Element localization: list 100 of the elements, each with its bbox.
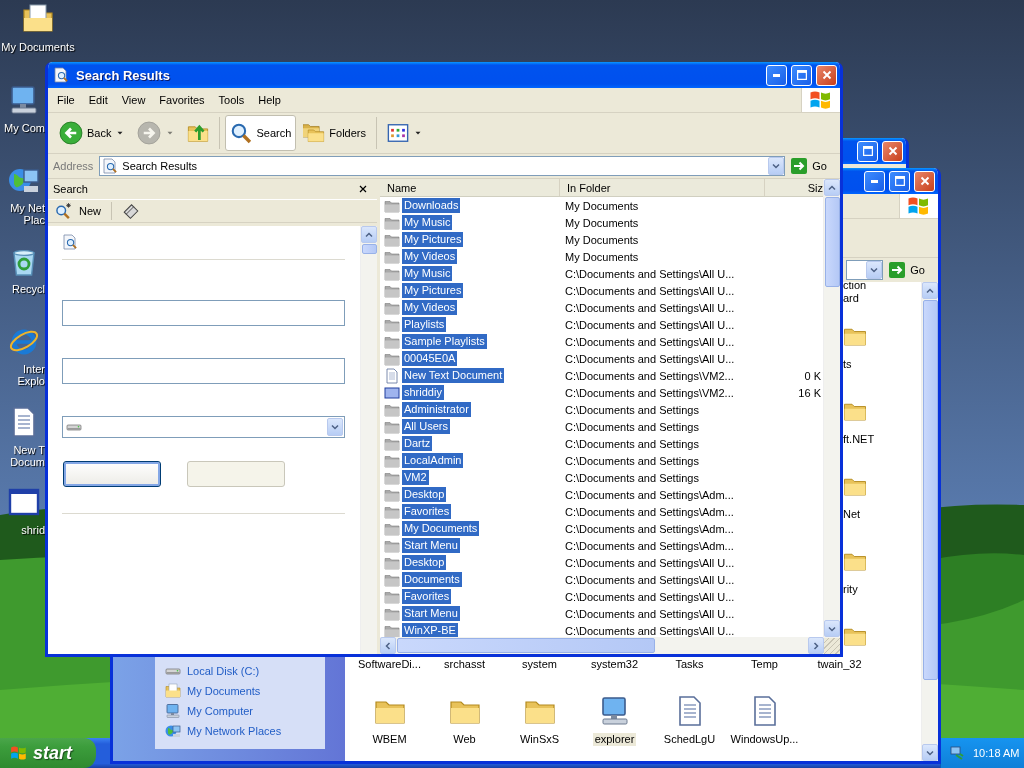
computer-icon[interactable] <box>8 83 40 116</box>
dropdown-button[interactable] <box>866 261 883 279</box>
maximize-button[interactable] <box>889 170 910 192</box>
desktop-icon-label[interactable]: Recycl <box>0 282 45 295</box>
file-label[interactable]: ction ard <box>841 282 869 305</box>
drive-dropdown[interactable] <box>62 416 345 438</box>
file-name[interactable]: Start Menu <box>402 606 460 621</box>
file-name[interactable]: Favorites <box>402 589 452 604</box>
folder-icon[interactable] <box>22 3 54 35</box>
file-name[interactable]: New Text Document <box>402 368 505 383</box>
address-field[interactable] <box>846 260 884 280</box>
image-file-icon[interactable] <box>384 384 400 401</box>
file-name[interactable]: shriddiy <box>402 385 444 400</box>
file-name[interactable]: 00045E0A <box>402 351 458 366</box>
scrollbar[interactable] <box>823 179 840 637</box>
file-label[interactable]: Web <box>451 733 478 746</box>
minimize-button[interactable] <box>766 64 787 86</box>
maximize-button[interactable] <box>857 140 878 162</box>
search-button[interactable]: Search <box>225 115 297 151</box>
file-label[interactable]: WindowsUp... <box>728 733 801 746</box>
file-name[interactable]: Documents <box>402 572 462 587</box>
file-label[interactable]: system <box>520 658 559 671</box>
file-name[interactable]: Desktop <box>402 487 447 502</box>
menu-item[interactable]: Tools <box>211 88 252 112</box>
file-name[interactable]: Sample Playlists <box>402 334 487 349</box>
file-name[interactable]: WinXP-BE <box>402 623 458 637</box>
minimize-button[interactable] <box>864 170 885 192</box>
menu-item[interactable]: Help <box>251 88 288 112</box>
file-name[interactable]: My Pictures <box>402 232 464 247</box>
file-name[interactable]: My Videos <box>402 300 458 315</box>
scroll-up-button[interactable] <box>922 282 938 299</box>
file-label[interactable]: rity <box>841 583 860 596</box>
file-name[interactable]: Administrator <box>402 402 471 417</box>
file-label[interactable]: explorer <box>592 733 637 746</box>
dropdown-button[interactable] <box>327 418 343 436</box>
file-name[interactable]: Desktop <box>402 555 447 570</box>
scroll-thumb[interactable] <box>824 197 840 287</box>
go-button[interactable]: Go <box>887 260 935 280</box>
desktop-icon-label[interactable]: My Net Plac <box>0 202 45 226</box>
file-name[interactable]: Playlists <box>402 317 447 332</box>
desktop-icon-label[interactable]: New T Docum <box>0 443 45 468</box>
empty-button[interactable] <box>63 461 161 487</box>
file-label[interactable]: Temp <box>749 658 780 671</box>
scroll-thumb[interactable] <box>397 638 655 653</box>
file-label[interactable]: Net <box>841 508 863 521</box>
start-button[interactable]: start <box>0 738 96 768</box>
file-name[interactable]: My Videos <box>402 249 458 264</box>
close-button[interactable] <box>357 183 369 195</box>
desktop-icon-label[interactable]: Inter Explo <box>0 363 45 387</box>
file-name[interactable]: Favorites <box>402 504 452 519</box>
file-label[interactable]: twain_32 <box>815 658 864 671</box>
file-label[interactable]: system32 <box>588 658 641 671</box>
file-name[interactable]: My Music <box>402 215 453 230</box>
task-link[interactable]: My Computer <box>165 701 325 721</box>
scrollbar[interactable] <box>921 282 938 761</box>
file-name[interactable]: Dartz <box>402 436 433 451</box>
new-search-button[interactable]: New <box>51 201 105 221</box>
file-name[interactable]: My Pictures <box>402 283 464 298</box>
file-name[interactable]: My Documents <box>402 521 480 536</box>
text-field[interactable] <box>62 300 345 326</box>
size-grip[interactable] <box>824 637 840 654</box>
file-label[interactable]: SoftwareDi... <box>356 658 423 671</box>
maximize-button[interactable] <box>791 64 812 86</box>
file-name[interactable]: My Music <box>402 266 453 281</box>
scroll-right-button[interactable] <box>808 637 824 654</box>
file-label[interactable]: srchasst <box>442 658 487 671</box>
column-header[interactable]: Name <box>380 179 560 196</box>
network-tray-icon[interactable] <box>949 745 965 761</box>
menu-item[interactable]: Favorites <box>152 88 212 112</box>
scrollbar[interactable] <box>360 226 377 654</box>
menu-item[interactable]: File <box>50 88 82 112</box>
window-icon[interactable] <box>8 486 40 518</box>
scroll-left-button[interactable] <box>380 637 396 654</box>
scroll-thumb[interactable] <box>361 244 377 254</box>
desktop-icon-label[interactable]: shrid <box>0 524 45 536</box>
back-button[interactable]: Back <box>54 115 131 151</box>
file-label[interactable]: WinSxS <box>517 733 562 746</box>
text-field[interactable] <box>62 358 345 384</box>
dropdown-button[interactable] <box>768 157 785 175</box>
file-name[interactable]: LocalAdmin <box>402 453 464 468</box>
desktop-icon-label[interactable]: My Documents <box>0 41 76 53</box>
scroll-down-button[interactable] <box>824 620 840 637</box>
scrollbar[interactable] <box>380 637 840 654</box>
menu-item[interactable]: Edit <box>81 88 115 112</box>
file-label[interactable]: SchedLgU <box>661 733 718 746</box>
file-name[interactable]: All Users <box>402 419 450 434</box>
scroll-thumb[interactable] <box>922 300 938 680</box>
column-header[interactable]: Siz <box>765 179 823 196</box>
file-label[interactable]: WBEM <box>370 733 409 746</box>
file-label[interactable]: Tasks <box>673 658 706 671</box>
task-link[interactable]: My Network Places <box>165 721 325 741</box>
task-link[interactable]: My Documents <box>165 681 325 701</box>
go-button[interactable]: Go <box>789 156 837 176</box>
column-header[interactable]: In Folder <box>560 179 765 196</box>
scroll-down-button[interactable] <box>922 744 938 761</box>
file-name[interactable]: Start Menu <box>402 538 460 553</box>
task-link[interactable]: Local Disk (C:) <box>165 661 325 681</box>
folders-button[interactable]: Folders <box>298 115 371 151</box>
scroll-up-button[interactable] <box>361 226 377 243</box>
menu-item[interactable]: View <box>114 88 153 112</box>
